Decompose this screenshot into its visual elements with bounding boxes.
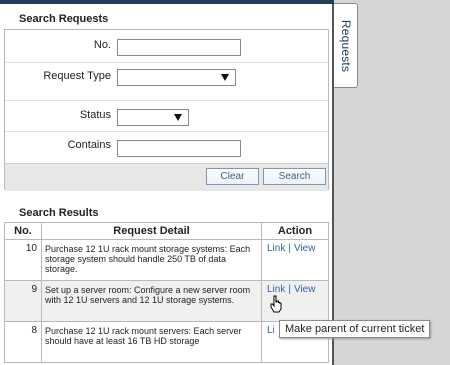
view-action[interactable]: View: [294, 243, 316, 254]
no-row: No.: [5, 30, 328, 63]
column-header-detail: Request Detail: [41, 222, 262, 240]
contains-input[interactable]: [117, 140, 241, 157]
top-bar: [0, 0, 334, 4]
button-bar: Clear Search: [5, 163, 328, 191]
action-separator: |: [288, 243, 291, 254]
row-detail: Purchase 12 1U rack mount storage system…: [41, 239, 262, 281]
request-type-label: Request Type: [43, 70, 111, 82]
requests-side-tab-label: Requests: [338, 19, 353, 72]
row-number: 9: [4, 280, 42, 322]
requests-side-tab[interactable]: Requests: [334, 3, 358, 88]
clear-button[interactable]: Clear: [206, 168, 259, 185]
link-action[interactable]: Link: [267, 284, 285, 295]
status-select[interactable]: [117, 109, 189, 126]
no-input[interactable]: [117, 39, 241, 56]
row-number: 8: [4, 321, 42, 363]
request-type-select[interactable]: [117, 69, 236, 86]
row-actions: Link | View: [261, 239, 329, 281]
row-detail: Set up a server room: Configure a new se…: [41, 280, 262, 322]
tooltip: Make parent of current ticket: [279, 320, 431, 338]
view-action[interactable]: View: [294, 284, 316, 295]
request-type-row: Request Type: [5, 63, 328, 101]
table-row: 10 Purchase 12 1U rack mount storage sys…: [4, 239, 329, 281]
results-header-row: No. Request Detail Action: [4, 222, 329, 240]
hand-cursor-icon: [270, 295, 282, 313]
search-form: No. Request Type Status Contains Clear S…: [4, 29, 329, 191]
search-results-title: Search Results: [19, 207, 99, 219]
search-button[interactable]: Search: [263, 168, 326, 185]
contains-row: Contains: [5, 132, 328, 163]
link-action[interactable]: Li: [267, 325, 275, 336]
row-number: 10: [4, 239, 42, 281]
chevron-down-icon: [221, 74, 229, 81]
column-header-no: No.: [4, 222, 42, 240]
status-row: Status: [5, 101, 328, 132]
no-label: No.: [93, 39, 111, 51]
link-action[interactable]: Link: [267, 243, 285, 254]
results-table: No. Request Detail Action 10 Purchase 12…: [4, 222, 329, 363]
search-requests-title: Search Requests: [19, 13, 109, 25]
contains-label: Contains: [67, 139, 111, 151]
row-detail: Purchase 12 1U rack mount servers: Each …: [41, 321, 262, 363]
status-label: Status: [79, 109, 111, 121]
action-separator: |: [288, 284, 291, 295]
chevron-down-icon: [174, 114, 182, 121]
column-header-action: Action: [261, 222, 329, 240]
